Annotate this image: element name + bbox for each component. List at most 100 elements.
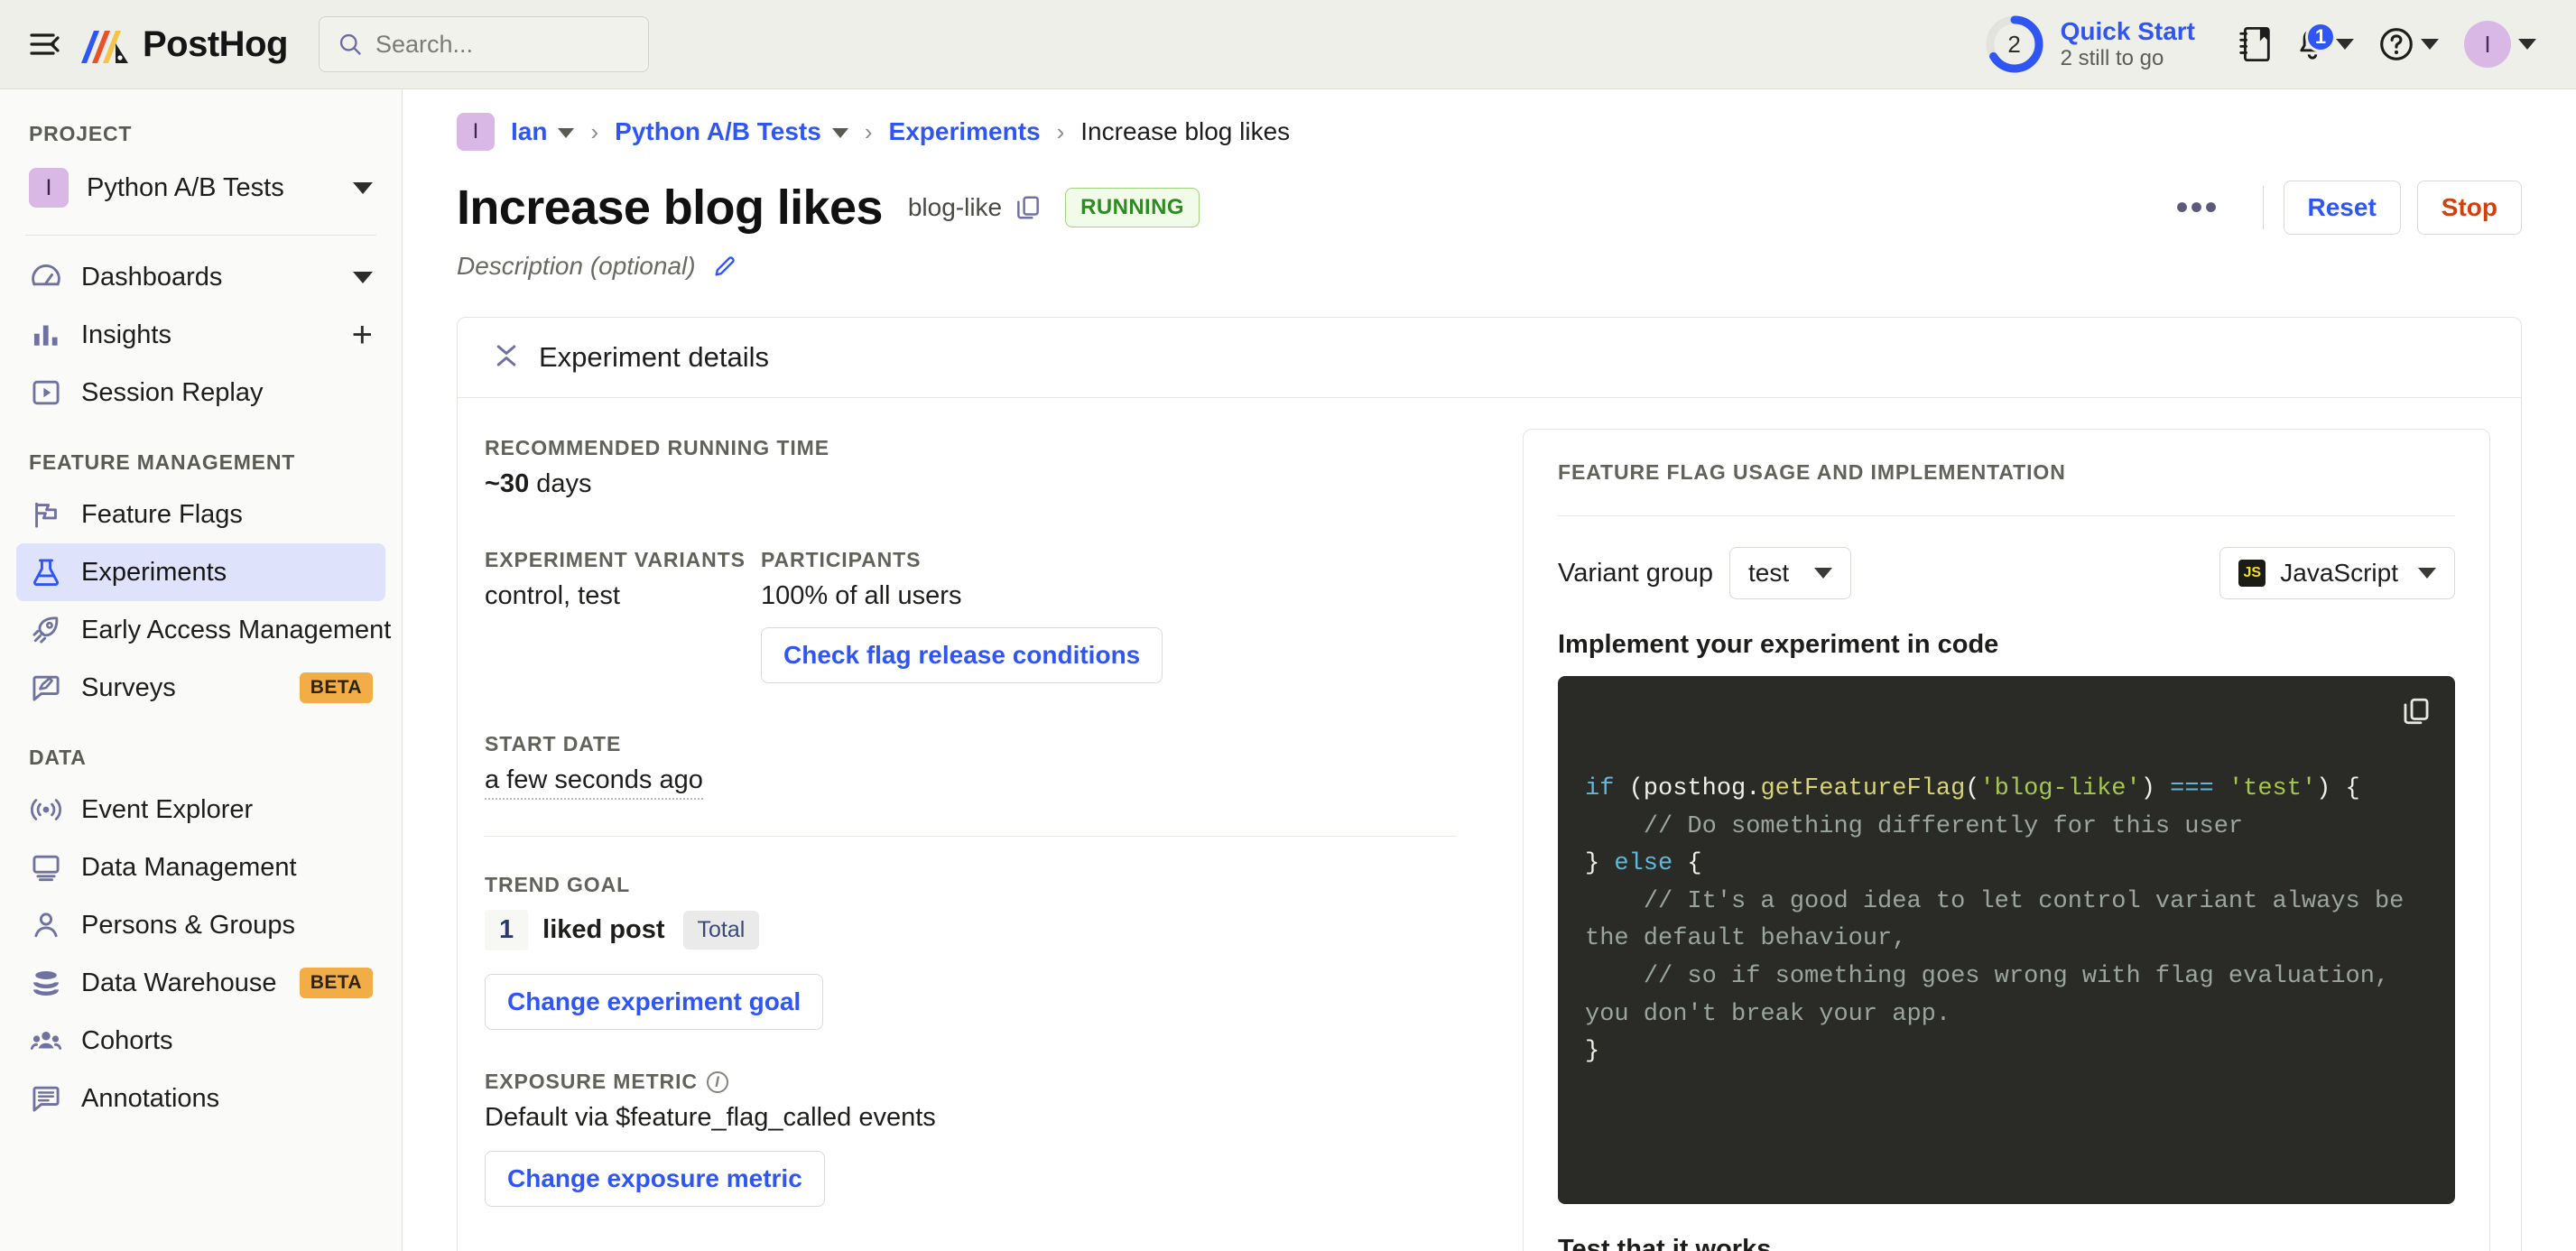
copy-icon[interactable] <box>2401 696 2432 727</box>
stop-button[interactable]: Stop <box>2416 181 2522 235</box>
breadcrumb-org-badge: I <box>457 113 495 151</box>
sidebar-item-experiments[interactable]: Experiments <box>16 543 385 601</box>
chevron-down-icon[interactable] <box>2336 39 2354 50</box>
sidebar-item-label: Feature Flags <box>81 499 243 529</box>
sidebar-item-early-access-management[interactable]: Early Access Management <box>16 601 391 659</box>
bar-chart-icon <box>29 318 63 352</box>
rocket-icon <box>29 613 63 647</box>
sidebar-item-annotations[interactable]: Annotations <box>16 1070 385 1127</box>
breadcrumb-separator: › <box>864 117 873 145</box>
quick-start-button[interactable]: 2 Quick Start 2 still to go <box>1985 14 2226 74</box>
topbar-actions: 2 Quick Start 2 still to go 1 I <box>1985 14 2549 74</box>
plus-icon[interactable]: + <box>352 317 373 353</box>
sidebar-item-dashboards[interactable]: Dashboards <box>16 248 385 306</box>
sidebar-item-label: Annotations <box>81 1083 220 1113</box>
sidebar-item-cohorts[interactable]: Cohorts <box>16 1012 385 1070</box>
search-input[interactable]: Search... <box>318 16 649 72</box>
sidebar-item-persons-groups[interactable]: Persons & Groups <box>16 896 385 954</box>
copy-icon[interactable] <box>1015 194 1042 221</box>
flag-icon <box>29 497 63 532</box>
beta-badge: BETA <box>299 968 373 998</box>
variants-participants-row: EXPERIMENT VARIANTS control, test PARTIC… <box>485 548 1456 683</box>
start-date-value: a few seconds ago <box>485 765 703 800</box>
sidebar-item-label: Dashboards <box>81 262 223 292</box>
pencil-icon[interactable] <box>712 254 737 279</box>
quick-start-title: Quick Start <box>2060 17 2195 46</box>
info-icon[interactable]: i <box>706 1070 728 1093</box>
field-label: RECOMMENDED RUNNING TIME <box>485 436 829 459</box>
breadcrumb-separator: › <box>1056 117 1065 145</box>
breadcrumb-org[interactable]: Ian <box>511 117 547 146</box>
top-bar: PostHog Search... 2 Quick Start 2 still … <box>0 0 2576 89</box>
search-icon <box>339 33 361 55</box>
check-flag-release-conditions-button[interactable]: Check flag release conditions <box>761 627 1163 683</box>
sidebar-item-label: Insights <box>81 320 171 349</box>
participants-value: 100% of all users <box>761 581 962 610</box>
variant-group-row: Variant group test JS JavaScript <box>1558 547 2455 599</box>
experiment-variants-value: control, test <box>485 581 620 610</box>
js-icon: JS <box>2238 560 2266 587</box>
feature-flag-key: blog-like <box>907 193 1003 221</box>
sidebar-item-label: Data Management <box>81 852 297 882</box>
project-badge: I <box>29 168 69 208</box>
database-icon <box>29 966 63 1000</box>
user-menu-button[interactable]: I <box>2451 16 2549 72</box>
change-experiment-goal-button[interactable]: Change experiment goal <box>485 974 824 1030</box>
posthog-logo-link[interactable]: PostHog <box>79 23 288 65</box>
chevron-down-icon[interactable] <box>353 271 373 283</box>
recommended-running-time-field: RECOMMENDED RUNNING TIME ~30 days <box>485 436 1456 499</box>
chevron-down-icon[interactable] <box>831 127 848 138</box>
breadcrumb-experiments[interactable]: Experiments <box>889 117 1041 146</box>
quick-start-count: 2 <box>2007 30 2021 58</box>
sidebar-item-session-replay[interactable]: Session Replay <box>16 364 385 422</box>
sidebar: PROJECT I Python A/B Tests Dashboards In… <box>0 89 403 1251</box>
goal-number: 1 <box>485 910 529 950</box>
experiment-details-header[interactable]: Experiment details <box>458 318 2521 398</box>
sidebar-item-feature-flags[interactable]: Feature Flags <box>16 486 385 543</box>
breadcrumb-project[interactable]: Python A/B Tests <box>615 117 821 146</box>
sidebar-project-switcher[interactable]: I Python A/B Tests <box>16 157 385 218</box>
sidebar-item-data-management[interactable]: Data Management <box>16 839 385 896</box>
chevron-down-icon[interactable] <box>353 181 373 194</box>
change-exposure-metric-button[interactable]: Change exposure metric <box>485 1151 825 1207</box>
play-square-icon <box>29 375 63 410</box>
breadcrumb: I Ian › Python A/B Tests › Experiments ›… <box>457 89 2522 151</box>
hamburger-collapse-icon[interactable] <box>25 24 65 64</box>
goal-event-name: liked post <box>542 915 665 944</box>
sidebar-divider <box>25 235 376 236</box>
test-heading: Test that it works <box>1558 1234 1772 1251</box>
status-badge: RUNNING <box>1065 188 1200 227</box>
help-button[interactable] <box>2367 16 2451 72</box>
sidebar-item-event-explorer[interactable]: Event Explorer <box>16 781 385 839</box>
details-left-column: RECOMMENDED RUNNING TIME ~30 days EXPERI… <box>458 398 1492 1251</box>
notifications-button[interactable]: 1 <box>2284 16 2367 72</box>
sidebar-item-label: Data Warehouse <box>81 968 277 997</box>
sidebar-item-insights[interactable]: Insights + <box>16 306 385 364</box>
language-select[interactable]: JS JavaScript <box>2219 547 2455 599</box>
chevron-down-icon[interactable] <box>2518 39 2536 50</box>
notification-badge: 1 <box>2305 22 2336 52</box>
description-placeholder: Description (optional) <box>457 252 696 280</box>
exposure-metric-label-text: EXPOSURE METRIC <box>485 1070 698 1093</box>
beta-badge: BETA <box>299 672 373 703</box>
reset-button[interactable]: Reset <box>2283 181 2401 235</box>
ellipsis-icon[interactable]: ••• <box>2153 190 2243 226</box>
chevron-down-icon[interactable] <box>2421 39 2439 50</box>
sidebar-item-data-warehouse[interactable]: Data Warehouse BETA <box>16 954 385 1012</box>
card-body: RECOMMENDED RUNNING TIME ~30 days EXPERI… <box>458 398 2521 1251</box>
divider <box>2262 186 2264 229</box>
collapse-chevrons-icon[interactable] <box>494 342 519 374</box>
variant-group-select[interactable]: test <box>1728 547 1852 599</box>
field-label: PARTICIPANTS <box>761 548 922 571</box>
sidebar-section-feature-management: FEATURE MANAGEMENT <box>29 450 296 474</box>
sidebar-item-surveys[interactable]: Surveys BETA <box>16 659 385 717</box>
participants-field: PARTICIPANTS 100% of all users Check fla… <box>761 548 1163 683</box>
field-label: EXPERIMENT VARIANTS <box>485 548 746 571</box>
chevron-down-icon[interactable] <box>558 127 575 138</box>
exposure-metric-field: EXPOSURE METRIC i Default via $feature_f… <box>485 1070 1456 1207</box>
header-actions: ••• Reset Stop <box>2153 181 2522 235</box>
implementation-code-block[interactable]: if (posthog.getFeatureFlag('blog-like') … <box>1558 676 2455 1204</box>
card-title: Experiment details <box>539 341 770 373</box>
notebook-button[interactable] <box>2226 16 2284 72</box>
recommended-running-time-value: ~30 days <box>485 469 1456 499</box>
